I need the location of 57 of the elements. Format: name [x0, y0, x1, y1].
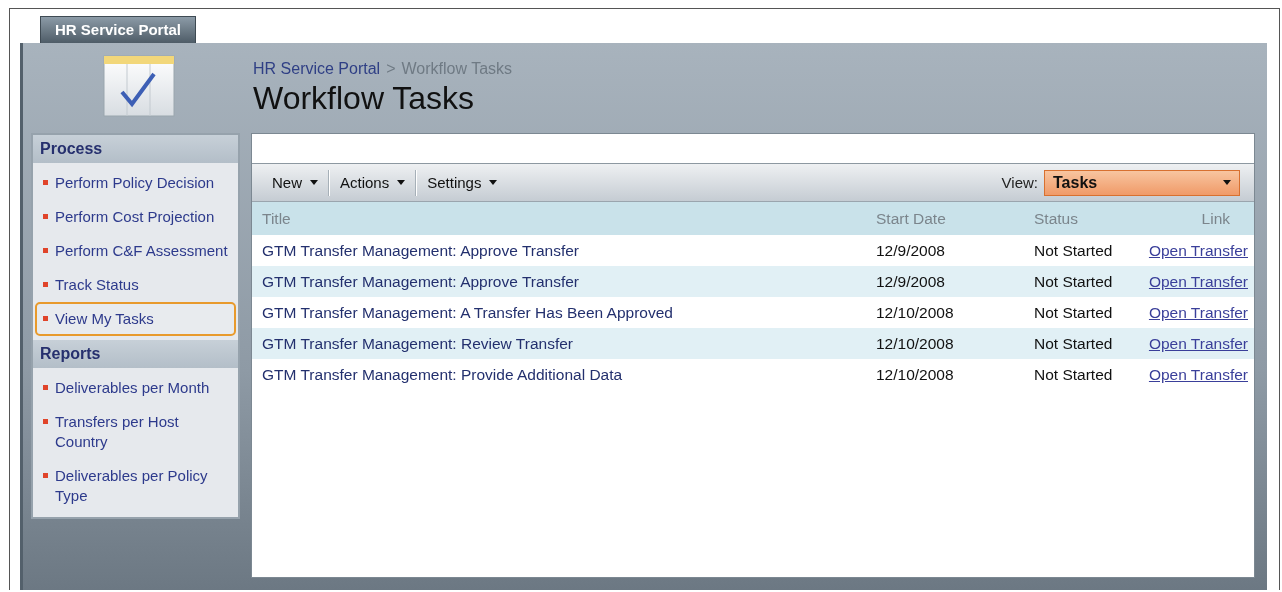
table-cell-text: Not Started [1034, 303, 1114, 322]
portal-tab[interactable]: HR Service Portal [40, 16, 196, 43]
breadcrumb-link[interactable]: HR Service Portal [253, 59, 381, 78]
table-cell-text: 12/10/2008 [876, 365, 955, 384]
bullet-icon [43, 316, 48, 321]
table-row[interactable]: GTM Transfer Management: A Transfer Has Been Approved 12/10/2008 Not Started Open Transfer [252, 297, 1254, 328]
bullet-icon [43, 180, 48, 185]
table-cell-text: 12/10/2008 [876, 303, 955, 322]
section-heading: Reports [33, 340, 238, 368]
sidebar-item[interactable]: Perform Policy Decision [35, 166, 236, 200]
view-dropdown[interactable]: Tasks [1044, 169, 1240, 196]
caret-icon [1223, 180, 1231, 185]
bullet-icon [43, 248, 48, 253]
table-row[interactable]: GTM Transfer Management: Provide Additional Data 12/10/2008 Not Started Open Transfer [252, 359, 1254, 390]
sidebar-item[interactable]: Track Status [35, 268, 236, 302]
bullet-icon [43, 385, 48, 390]
table-cell-text: GTM Transfer Management: Review Transfer [261, 334, 574, 353]
sidebar-item[interactable]: View My Tasks [35, 302, 236, 336]
toolbar-menu[interactable]: Actions [330, 174, 416, 191]
page-title: Workflow Tasks [253, 79, 476, 117]
open-transfer-link[interactable]: Open Transfer [1148, 241, 1248, 259]
sidebar-item[interactable]: Deliverables per Month [35, 371, 236, 405]
table-cell-text: GTM Transfer Management: Approve Transfer [261, 241, 581, 260]
open-transfer-link[interactable]: Open Transfer [1148, 334, 1248, 352]
sidebar-item[interactable]: Transfers per Host Country [35, 405, 236, 459]
table-cell-text: GTM Transfer Management: A Transfer Has Been Approved [261, 303, 674, 322]
open-transfer-link[interactable]: Open Transfer [1148, 303, 1248, 321]
bullet-icon [43, 214, 48, 219]
table-cell-text: 12/9/2008 [876, 241, 946, 260]
bullet-icon [43, 419, 48, 424]
breadcrumb-separator: > [386, 59, 396, 78]
caret-icon [489, 180, 498, 185]
table-cell-text: 12/9/2008 [876, 272, 946, 291]
section-heading: Process [33, 135, 238, 163]
table-row[interactable]: GTM Transfer Management: Approve Transfer 12/9/2008 Not Started Open Transfer [252, 235, 1254, 266]
toolbar-menu[interactable]: Settings [417, 174, 508, 191]
bullet-icon [43, 473, 48, 478]
caret-icon [397, 180, 406, 185]
table-row[interactable]: GTM Transfer Management: Approve Transfer 12/9/2008 Not Started Open Transfer [252, 266, 1254, 297]
table-cell-text: GTM Transfer Management: Approve Transfer [261, 272, 581, 291]
breadcrumb-current: Workflow Tasks [401, 59, 513, 78]
table-cell-text: GTM Transfer Management: Provide Additional Data [261, 365, 624, 384]
table-cell-text: Not Started [1034, 365, 1114, 384]
open-transfer-link[interactable]: Open Transfer [1148, 272, 1248, 290]
table-row[interactable]: GTM Transfer Management: Review Transfer 12/10/2008 Not Started Open Transfer [252, 328, 1254, 359]
sidebar-item[interactable]: Deliverables per Policy Type [35, 459, 236, 513]
toolbar-menu[interactable]: New [262, 174, 328, 191]
view-label: View: [1001, 174, 1038, 191]
caret-icon [310, 180, 318, 185]
table-cell-text: Not Started [1034, 272, 1114, 291]
sidebar-item[interactable]: Perform C&F Assessment [35, 234, 236, 268]
open-transfer-link[interactable]: Open Transfer [1148, 365, 1248, 383]
table-cell-text: Not Started [1034, 241, 1114, 260]
table-cell-text: Not Started [1034, 334, 1114, 353]
table-cell-text: 12/10/2008 [876, 334, 955, 353]
bullet-icon [43, 282, 48, 287]
sidebar-item[interactable]: Perform Cost Projection [35, 200, 236, 234]
